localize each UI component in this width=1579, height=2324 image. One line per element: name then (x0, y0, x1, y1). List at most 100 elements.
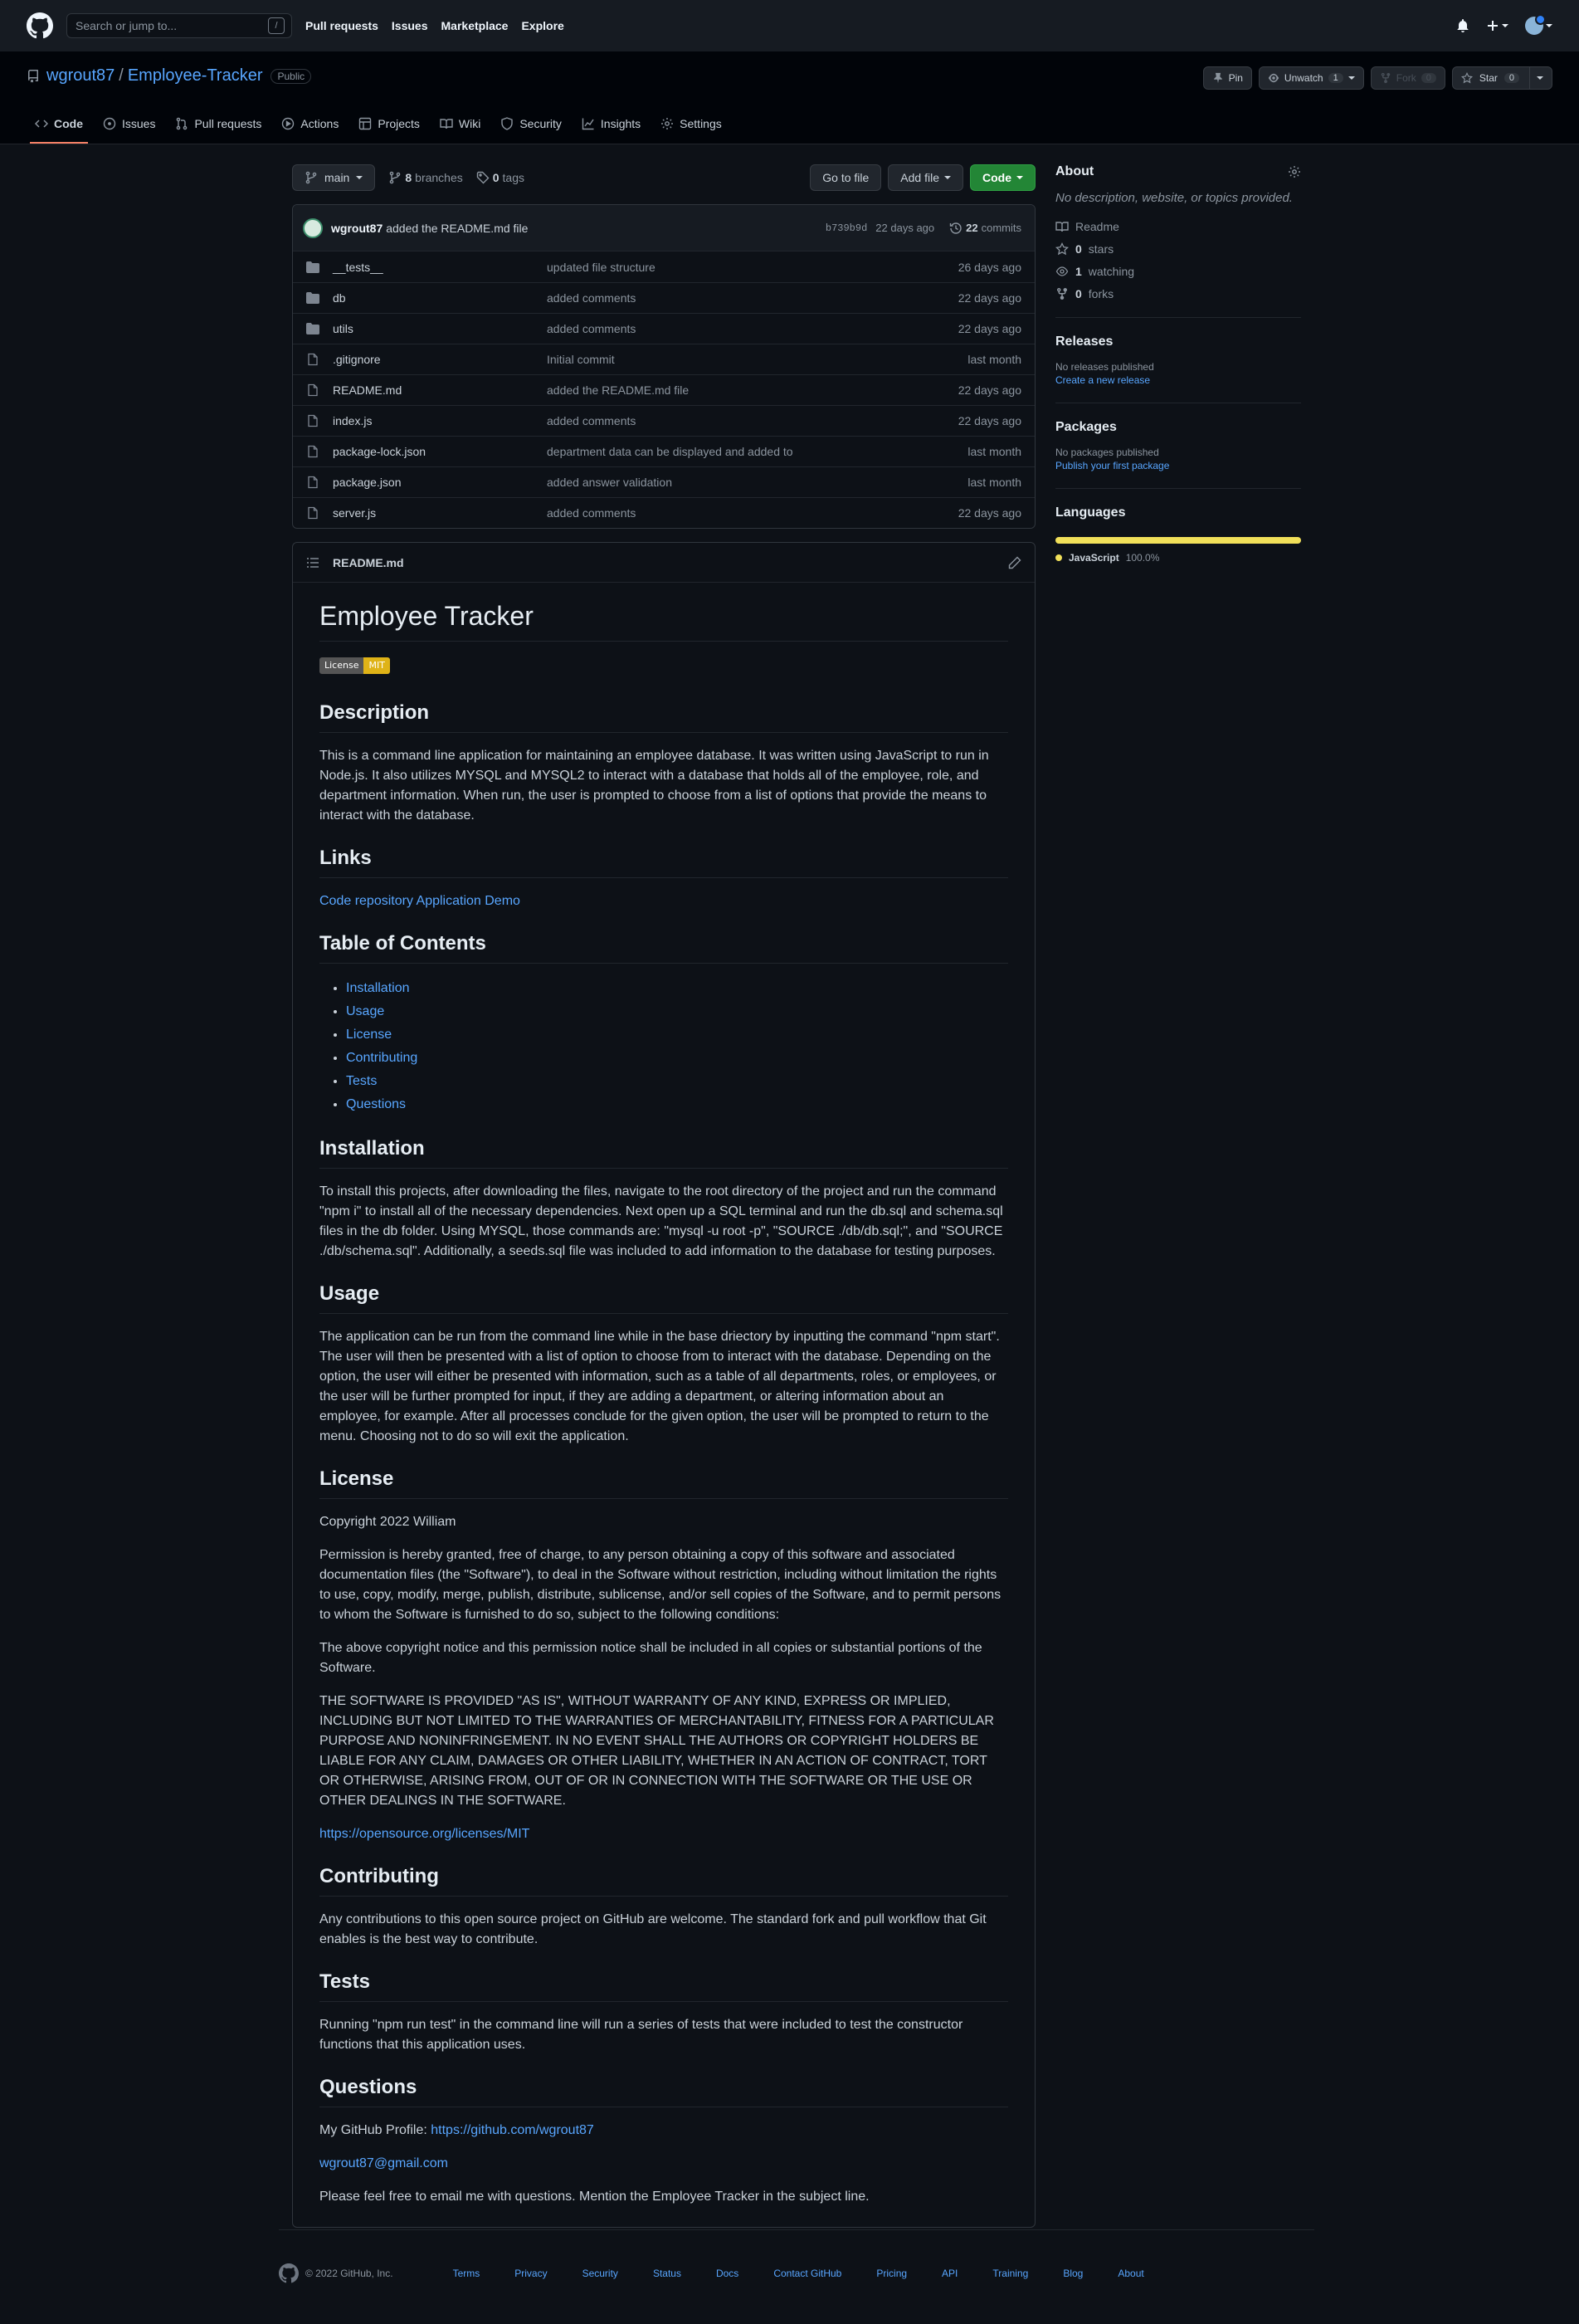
add-file-button[interactable]: Add file (888, 164, 963, 191)
toc-contributing-link[interactable]: Contributing (346, 1051, 417, 1065)
footer-link-security[interactable]: Security (582, 2268, 618, 2279)
list-unordered-icon[interactable] (306, 556, 319, 569)
file-name[interactable]: .gitignore (333, 353, 547, 366)
nav-explore[interactable]: Explore (521, 19, 563, 32)
footer-link-api[interactable]: API (942, 2268, 958, 2279)
caret-down-icon[interactable] (1537, 75, 1543, 81)
file-name[interactable]: package.json (333, 476, 547, 489)
github-logo-icon[interactable] (27, 12, 53, 39)
commit-message[interactable]: added the README.md file (386, 222, 528, 235)
file-name[interactable]: server.js (333, 506, 547, 520)
commit-sha[interactable]: b739b9d (826, 222, 867, 234)
file-commit-message[interactable]: added answer validation (547, 476, 967, 489)
unwatch-button[interactable]: Unwatch 1 (1258, 66, 1364, 90)
tab-security[interactable]: Security (492, 104, 570, 144)
tags-link[interactable]: 0 tags (476, 171, 524, 184)
application-demo-link[interactable]: Application Demo (417, 894, 520, 908)
forks-link[interactable]: 0 forks (1055, 287, 1301, 300)
watching-link[interactable]: 1 watching (1055, 265, 1301, 278)
create-new-menu[interactable] (1486, 19, 1508, 32)
file-commit-message[interactable]: added comments (547, 322, 958, 335)
table-row[interactable]: package.json added answer validation last … (293, 466, 1035, 497)
license-badge[interactable]: License MIT (319, 657, 390, 674)
file-name[interactable]: utils (333, 322, 547, 335)
repo-owner-link[interactable]: wgrout87 (46, 66, 115, 85)
toc-questions-link[interactable]: Questions (346, 1097, 406, 1111)
fork-button[interactable]: Fork 0 (1370, 66, 1445, 90)
file-name[interactable]: __tests__ (333, 261, 547, 274)
toc-installation-link[interactable]: Installation (346, 981, 410, 995)
pin-button[interactable]: Pin (1202, 66, 1252, 90)
code-button[interactable]: Code (970, 164, 1036, 191)
create-release-link[interactable]: Create a new release (1055, 374, 1301, 386)
footer-link-training[interactable]: Training (992, 2268, 1028, 2279)
toc-usage-link[interactable]: Usage (346, 1004, 384, 1018)
github-logo-icon[interactable] (279, 2263, 299, 2283)
search-input[interactable]: Search or jump to... / (66, 13, 292, 38)
file-name[interactable]: db (333, 291, 547, 305)
table-row[interactable]: package-lock.json department data can be … (293, 436, 1035, 466)
table-row[interactable]: index.js added comments 22 days ago (293, 405, 1035, 436)
table-row[interactable]: utils added comments 22 days ago (293, 313, 1035, 344)
table-row[interactable]: __tests__ updated file structure 26 days a… (293, 251, 1035, 282)
gear-icon[interactable] (1288, 165, 1301, 178)
user-menu[interactable] (1525, 14, 1552, 35)
footer-link-docs[interactable]: Docs (716, 2268, 738, 2279)
pencil-icon[interactable] (1008, 556, 1021, 569)
table-row[interactable]: README.md added the README.md file 22 days… (293, 374, 1035, 405)
tab-code[interactable]: Code (27, 104, 91, 144)
tab-projects[interactable]: Projects (350, 104, 428, 144)
table-row[interactable]: .gitignore Initial commit last month (293, 344, 1035, 374)
table-row[interactable]: server.js added comments 22 days ago (293, 497, 1035, 528)
file-commit-message[interactable]: added comments (547, 291, 958, 305)
email-link[interactable]: wgrout87@gmail.com (319, 2156, 448, 2170)
github-profile-link[interactable]: https://github.com/wgrout87 (431, 2123, 594, 2137)
footer-link-pricing[interactable]: Pricing (876, 2268, 907, 2279)
repo-name-link[interactable]: Employee-Tracker (128, 66, 263, 85)
language-item[interactable]: JavaScript 100.0% (1055, 552, 1301, 564)
commits-link[interactable]: 22 commits (949, 222, 1021, 235)
footer-link-contact[interactable]: Contact GitHub (773, 2268, 841, 2279)
tab-pull-requests[interactable]: Pull requests (167, 104, 270, 144)
file-name[interactable]: index.js (333, 414, 547, 427)
file-commit-message[interactable]: added the README.md file (547, 383, 958, 397)
nav-issues[interactable]: Issues (392, 19, 428, 32)
tab-actions[interactable]: Actions (273, 104, 347, 144)
publish-package-link[interactable]: Publish your first package (1055, 460, 1301, 471)
readme-filename[interactable]: README.md (333, 556, 404, 569)
footer-link-about[interactable]: About (1118, 2268, 1143, 2279)
file-commit-message[interactable]: Initial commit (547, 353, 967, 366)
branch-select-button[interactable]: main (292, 164, 376, 191)
footer-link-privacy[interactable]: Privacy (514, 2268, 547, 2279)
bell-icon[interactable] (1456, 19, 1469, 32)
mit-license-link[interactable]: https://opensource.org/licenses/MIT (319, 1827, 529, 1841)
footer-link-blog[interactable]: Blog (1063, 2268, 1083, 2279)
readme-link[interactable]: Readme (1055, 220, 1301, 233)
stars-link[interactable]: 0 stars (1055, 242, 1301, 256)
footer-link-status[interactable]: Status (653, 2268, 681, 2279)
footer-link-terms[interactable]: Terms (453, 2268, 480, 2279)
commit-author[interactable]: wgrout87 (331, 222, 383, 235)
avatar[interactable] (303, 217, 323, 238)
file-commit-message[interactable]: department data can be displayed and add… (547, 445, 967, 458)
packages-title[interactable]: Packages (1055, 420, 1301, 435)
branches-link[interactable]: 8 branches (388, 171, 463, 184)
tab-insights[interactable]: Insights (573, 104, 649, 144)
toc-license-link[interactable]: License (346, 1028, 392, 1042)
file-commit-message[interactable]: updated file structure (547, 261, 958, 274)
nav-marketplace[interactable]: Marketplace (441, 19, 509, 32)
star-button[interactable]: Star 0 (1451, 66, 1552, 90)
releases-title[interactable]: Releases (1055, 334, 1301, 349)
code-repository-link[interactable]: Code repository (319, 894, 413, 908)
file-name[interactable]: README.md (333, 383, 547, 397)
tab-issues[interactable]: Issues (95, 104, 163, 144)
nav-pull-requests[interactable]: Pull requests (305, 19, 378, 32)
toc-tests-link[interactable]: Tests (346, 1074, 377, 1088)
tab-settings[interactable]: Settings (652, 104, 730, 144)
table-row[interactable]: db added comments 22 days ago (293, 282, 1035, 313)
tab-wiki[interactable]: Wiki (431, 104, 489, 144)
file-name[interactable]: package-lock.json (333, 445, 547, 458)
go-to-file-button[interactable]: Go to file (810, 164, 882, 191)
file-commit-message[interactable]: added comments (547, 506, 958, 520)
file-commit-message[interactable]: added comments (547, 414, 958, 427)
